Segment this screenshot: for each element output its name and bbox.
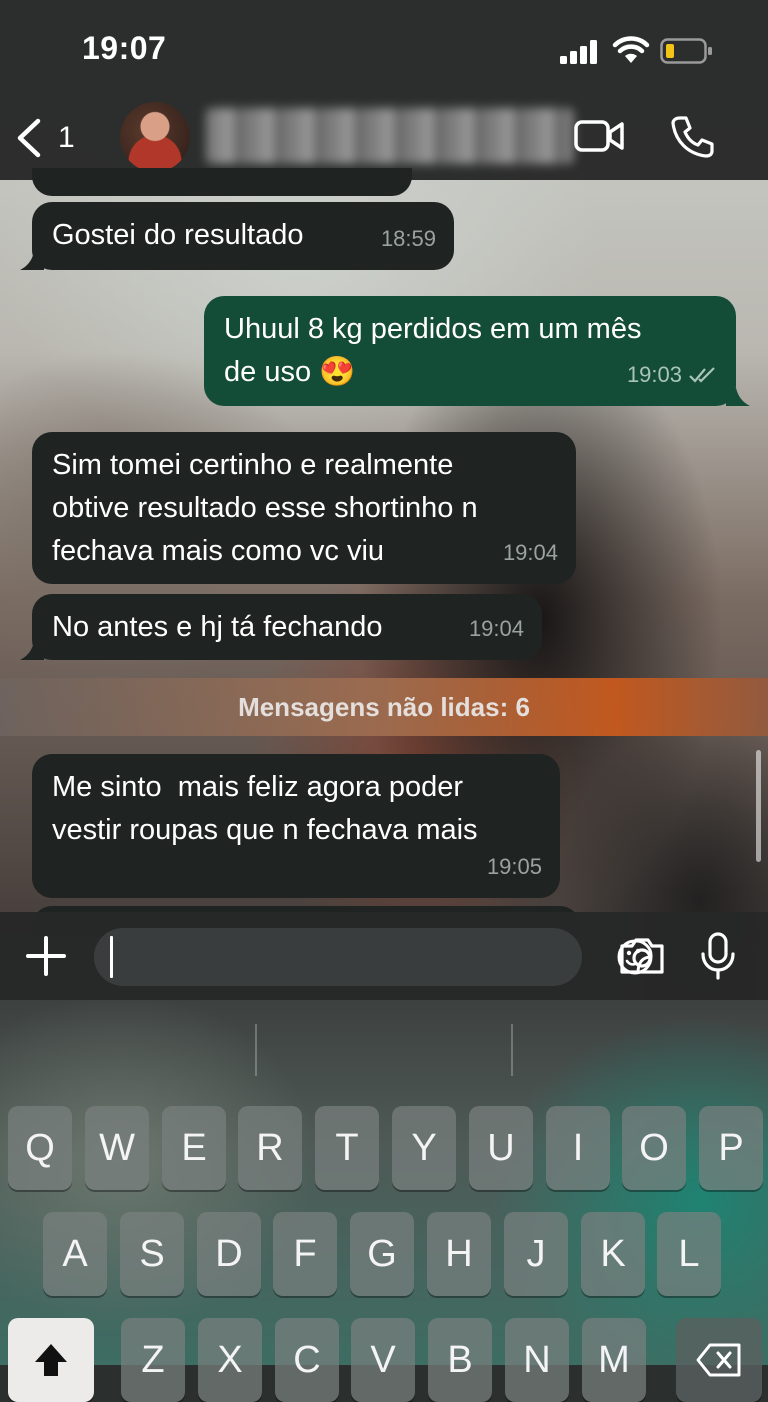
wifi-icon [612, 36, 650, 64]
message-bubble-partial [32, 168, 412, 196]
microphone-icon[interactable] [700, 932, 736, 980]
unread-chats-count: 1 [58, 121, 75, 154]
shift-key[interactable] [8, 1318, 94, 1402]
message-time: 19:05 [486, 854, 542, 879]
key-j[interactable]: J [504, 1212, 568, 1296]
key-q[interactable]: Q [8, 1106, 72, 1190]
back-button[interactable]: 1 [14, 114, 84, 162]
key-v[interactable]: V [351, 1318, 415, 1402]
scrollbar[interactable] [756, 750, 761, 862]
message-input[interactable] [94, 928, 653, 986]
key-g[interactable]: G [350, 1212, 414, 1296]
bubble-tail [20, 642, 44, 660]
message-text: No antes e hj tá fechando [52, 611, 383, 643]
video-call-icon[interactable] [574, 116, 626, 156]
key-y[interactable]: Y [392, 1106, 456, 1190]
key-x[interactable]: X [198, 1318, 262, 1402]
key-i[interactable]: I [546, 1106, 610, 1190]
key-d[interactable]: D [197, 1212, 261, 1296]
key-p[interactable]: P [699, 1106, 763, 1190]
message-bubble-incoming[interactable]: No antes e hj tá fechando 19:04 [32, 594, 542, 660]
status-time: 19:07 [82, 30, 167, 66]
key-k[interactable]: K [581, 1212, 645, 1296]
unread-messages-banner: Mensagens não lidas: 6 [0, 678, 768, 736]
key-n[interactable]: N [505, 1318, 569, 1402]
key-o[interactable]: O [622, 1106, 686, 1190]
message-text: Gostei do resultado [52, 219, 304, 251]
bubble-tail [20, 252, 44, 270]
contact-avatar[interactable] [120, 102, 190, 172]
message-time: 18:59 [380, 226, 436, 251]
message-time: 19:04 [502, 540, 558, 565]
cellular-signal-icon [560, 40, 600, 64]
message-text: Me sinto mais feliz agora poder vestir r… [52, 771, 478, 846]
key-h[interactable]: H [427, 1212, 491, 1296]
message-bubble-incoming[interactable]: Sim tomei certinho e realmente obtive re… [32, 432, 576, 584]
key-z[interactable]: Z [121, 1318, 185, 1402]
backspace-icon [696, 1343, 742, 1377]
bubble-tail [726, 388, 750, 406]
battery-icon [660, 38, 714, 64]
key-r[interactable]: R [238, 1106, 302, 1190]
message-time: 19:03 [626, 362, 682, 387]
message-bubble-incoming[interactable]: Me sinto mais feliz agora poder vestir r… [32, 754, 560, 898]
key-w[interactable]: W [85, 1106, 149, 1190]
key-l[interactable]: L [657, 1212, 721, 1296]
key-c[interactable]: C [275, 1318, 339, 1402]
text-cursor [110, 936, 113, 978]
unread-messages-label: Mensagens não lidas: 6 [238, 691, 530, 722]
key-b[interactable]: B [428, 1318, 492, 1402]
message-text: Sim tomei certinho e realmente obtive re… [52, 449, 478, 567]
backspace-key[interactable] [676, 1318, 762, 1402]
keyboard: QWERTYUIOP ASDFGHJKL ZXCVBNM [0, 1000, 768, 1402]
message-time: 19:04 [468, 616, 524, 641]
key-s[interactable]: S [120, 1212, 184, 1296]
attach-plus-icon[interactable] [24, 934, 68, 978]
status-bar: 19:07 [0, 0, 768, 96]
prediction-divider [511, 1024, 513, 1076]
prediction-divider [255, 1024, 257, 1076]
key-a[interactable]: A [43, 1212, 107, 1296]
key-t[interactable]: T [315, 1106, 379, 1190]
key-m[interactable]: M [582, 1318, 646, 1402]
contact-name[interactable]: V [206, 108, 574, 164]
read-checkmarks-icon [688, 365, 718, 385]
key-u[interactable]: U [469, 1106, 533, 1190]
message-bubble-outgoing[interactable]: Uhuul 8 kg perdidos em um mês de uso 😍 1… [204, 296, 736, 406]
key-e[interactable]: E [162, 1106, 226, 1190]
chevron-left-icon [14, 118, 42, 158]
message-bubble-incoming[interactable]: Gostei do resultado 18:59 [32, 202, 454, 270]
phone-icon[interactable] [670, 114, 714, 158]
shift-arrow-icon [31, 1340, 71, 1380]
camera-icon[interactable] [618, 936, 666, 976]
key-f[interactable]: F [273, 1212, 337, 1296]
